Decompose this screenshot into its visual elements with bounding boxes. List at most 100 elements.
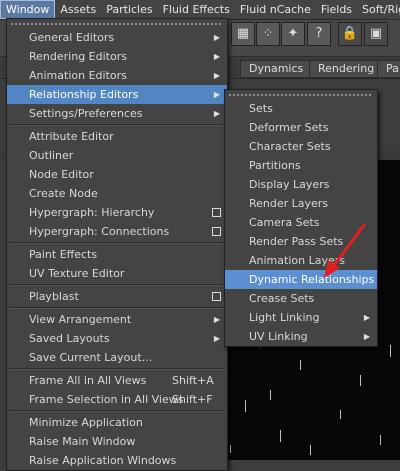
option-box-icon[interactable] (212, 292, 221, 301)
menu-item-label: Deformer Sets (249, 121, 329, 134)
menu-item-label: Frame Selection in All Views (29, 393, 184, 406)
submenu-item-display-layers[interactable]: Display Layers (225, 175, 377, 194)
menu-item-raise-application-windows[interactable]: Raise Application Windows (7, 451, 227, 470)
menu-item-label: Paint Effects (29, 248, 98, 261)
menu-item-label: Relationship Editors (29, 88, 139, 101)
shortcut-label: Shift+F (172, 393, 213, 406)
menu-item-paint-effects[interactable]: Paint Effects (7, 245, 227, 264)
submenu-arrow-icon: ▶ (213, 71, 220, 80)
menu-item-playblast[interactable]: Playblast (7, 287, 227, 306)
menu-item-minimize-application[interactable]: Minimize Application (7, 413, 227, 432)
submenu-item-uv-linking[interactable]: UV Linking ▶ (225, 327, 377, 346)
render-region-icon[interactable]: ▣ (364, 22, 388, 46)
point-snap-icon[interactable]: ⁘ (256, 22, 280, 46)
menu-item-label: Display Layers (249, 178, 330, 191)
menubar-window[interactable]: Window (0, 0, 56, 19)
menu-item-label: Animation Editors (29, 69, 127, 82)
tear-off-handle[interactable] (229, 92, 373, 98)
menu-item-hypergraph-hierarchy[interactable]: Hypergraph: Hierarchy (7, 203, 227, 222)
tab-dynamics[interactable]: Dynamics (240, 60, 313, 78)
menu-item-view-arrangement[interactable]: View Arrangement ▶ (7, 310, 227, 329)
help-icon[interactable]: ? (307, 22, 331, 46)
tab-rendering[interactable]: Rendering (309, 60, 384, 78)
menu-item-save-current-layout[interactable]: Save Current Layout... (7, 348, 227, 367)
submenu-item-render-layers[interactable]: Render Layers (225, 194, 377, 213)
submenu-item-sets[interactable]: Sets (225, 99, 377, 118)
menu-bar: Window Assets Particles Fluid Effects Fl… (0, 0, 400, 20)
option-box-icon[interactable] (212, 208, 221, 217)
menu-item-label: Settings/Preferences (29, 107, 143, 120)
tab-partial[interactable]: Pa (377, 60, 400, 78)
menu-separator (9, 307, 225, 309)
menu-item-label: Camera Sets (249, 216, 320, 229)
submenu-item-light-linking[interactable]: Light Linking ▶ (225, 308, 377, 327)
submenu-arrow-icon: ▶ (213, 90, 220, 99)
menu-item-label: Partitions (249, 159, 301, 172)
menu-item-outliner[interactable]: Outliner (7, 146, 227, 165)
submenu-arrow-icon: ▶ (363, 332, 370, 341)
menu-item-settings-preferences[interactable]: Settings/Preferences ▶ (7, 104, 227, 123)
menu-item-label: UV Linking (249, 330, 308, 343)
menu-item-uv-texture-editor[interactable]: UV Texture Editor (7, 264, 227, 283)
menubar-fluid-effects[interactable]: Fluid Effects (158, 0, 235, 19)
submenu-item-character-sets[interactable]: Character Sets (225, 137, 377, 156)
submenu-arrow-icon: ▶ (363, 313, 370, 322)
menu-item-general-editors[interactable]: General Editors ▶ (7, 28, 227, 47)
menubar-fields[interactable]: Fields (316, 0, 357, 19)
menu-item-label: Light Linking (249, 311, 320, 324)
menu-item-frame-all[interactable]: Frame All in All Views Shift+A (7, 371, 227, 390)
menu-item-frame-selection[interactable]: Frame Selection in All Views Shift+F (7, 390, 227, 409)
submenu-item-deformer-sets[interactable]: Deformer Sets (225, 118, 377, 137)
menu-item-animation-editors[interactable]: Animation Editors ▶ (7, 66, 227, 85)
menu-item-label: Sets (249, 102, 273, 115)
menu-item-label: Playblast (29, 290, 79, 303)
menubar-soft-rigid[interactable]: Soft/Rigi (357, 0, 400, 19)
menu-item-saved-layouts[interactable]: Saved Layouts ▶ (7, 329, 227, 348)
menu-item-label: Save Current Layout... (29, 351, 153, 364)
menu-item-label: Create Node (29, 187, 98, 200)
lock-icon[interactable]: 🔒 (338, 22, 362, 46)
submenu-arrow-icon: ▶ (213, 52, 220, 61)
camera-snap-icon[interactable]: ✦ (281, 22, 305, 46)
menu-item-label: Hypergraph: Hierarchy (29, 206, 155, 219)
menu-item-label: Character Sets (249, 140, 331, 153)
menu-separator (9, 410, 225, 412)
menu-item-label: Crease Sets (249, 292, 315, 305)
option-box-icon[interactable] (212, 227, 221, 236)
annotation-arrow-icon (324, 223, 366, 278)
grid-snap-icon[interactable]: ▦ (231, 22, 255, 46)
menubar-fluid-ncache[interactable]: Fluid nCache (235, 0, 316, 19)
menu-item-label: Minimize Application (29, 416, 143, 429)
menu-item-label: Node Editor (29, 168, 94, 181)
submenu-item-crease-sets[interactable]: Crease Sets (225, 289, 377, 308)
menu-item-attribute-editor[interactable]: Attribute Editor (7, 127, 227, 146)
window-menu: General Editors ▶ Rendering Editors ▶ Anim… (6, 18, 228, 471)
menu-item-label: Render Layers (249, 197, 329, 210)
menu-separator (9, 368, 225, 370)
menu-item-rendering-editors[interactable]: Rendering Editors ▶ (7, 47, 227, 66)
menu-item-label: Hypergraph: Connections (29, 225, 170, 238)
tear-off-handle[interactable] (11, 21, 223, 27)
menu-item-label: Frame All in All Views (29, 374, 147, 387)
menu-item-label: Raise Application Windows (29, 454, 177, 467)
menu-item-create-node[interactable]: Create Node (7, 184, 227, 203)
menu-item-label: Saved Layouts (29, 332, 110, 345)
menu-separator (9, 242, 225, 244)
menu-item-raise-main-window[interactable]: Raise Main Window (7, 432, 227, 451)
menu-item-label: General Editors (29, 31, 115, 44)
submenu-item-partitions[interactable]: Partitions (225, 156, 377, 175)
relationship-editors-submenu: Sets Deformer Sets Character Sets Partit… (224, 89, 378, 347)
menu-item-label: Attribute Editor (29, 130, 114, 143)
menubar-particles[interactable]: Particles (101, 0, 157, 19)
menu-item-node-editor[interactable]: Node Editor (7, 165, 227, 184)
menu-item-label: UV Texture Editor (29, 267, 125, 280)
menubar-assets[interactable]: Assets (55, 0, 101, 19)
submenu-arrow-icon: ▶ (213, 109, 220, 118)
menu-item-label: Outliner (29, 149, 74, 162)
menu-item-label: Raise Main Window (29, 435, 136, 448)
menu-item-hypergraph-connections[interactable]: Hypergraph: Connections (7, 222, 227, 241)
menu-item-label: Rendering Editors (29, 50, 127, 63)
submenu-arrow-icon: ▶ (213, 334, 220, 343)
menu-item-relationship-editors[interactable]: Relationship Editors ▶ (7, 85, 227, 104)
menu-separator (9, 284, 225, 286)
